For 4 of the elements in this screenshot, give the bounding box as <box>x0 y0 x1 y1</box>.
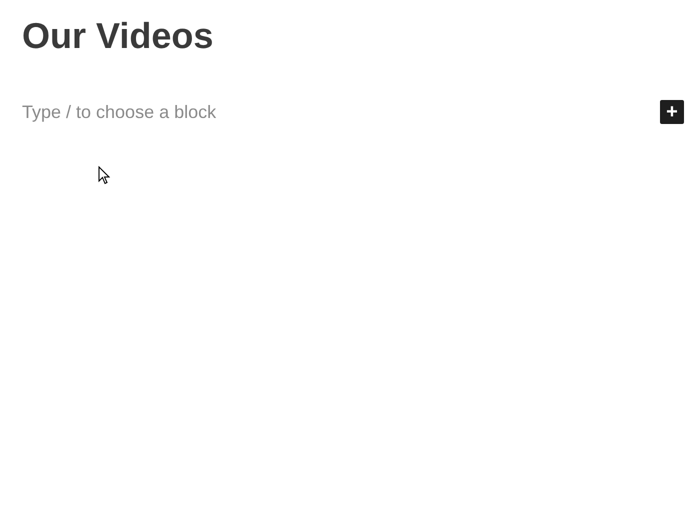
block-input-field[interactable]: Type / to choose a block <box>22 98 660 126</box>
cursor-icon <box>98 166 110 185</box>
page-title: Our Videos <box>22 14 214 58</box>
add-block-button[interactable]: + <box>660 100 684 124</box>
